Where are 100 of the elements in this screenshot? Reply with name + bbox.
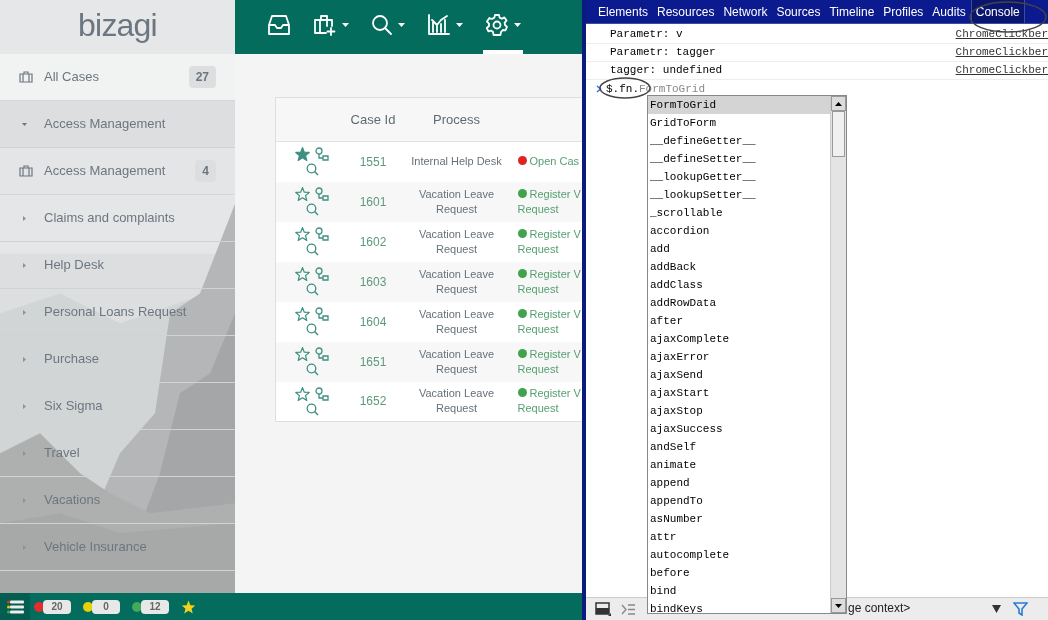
console-message: Parametr: tagger [610,45,717,61]
scrollbar-thumb[interactable] [832,111,845,157]
suggestion-item[interactable]: append [648,474,830,492]
suggestion-item[interactable]: __defineGetter__ [648,132,830,150]
scrollbar[interactable] [830,96,846,613]
table-cell: Vacation Leave Request [405,301,508,342]
suggestion-item[interactable]: ajaxStop [648,402,830,420]
column-header[interactable]: Case Id [340,97,406,142]
devtools-tab[interactable]: Elements [594,0,653,23]
devtools-tab[interactable]: Console [970,0,1025,23]
suggestion-item[interactable]: appendTo [648,492,830,510]
caret-icon [514,23,521,27]
search-icon[interactable] [305,402,319,416]
suggestion-item[interactable]: attr [648,528,830,546]
suggestion-item[interactable]: ajaxStart [648,384,830,402]
prompt-icon [596,85,602,93]
suggestion-item[interactable]: accordion [648,222,830,240]
workflow-icon[interactable] [315,147,329,163]
count-badge: 4 [195,160,216,182]
caret-down-icon [22,121,27,127]
console-drawer-icon[interactable] [621,603,636,615]
source-link[interactable]: ChromeClickber [955,44,1048,61]
star-icon[interactable] [294,267,310,281]
count-badge: 27 [188,66,216,88]
suggestion-item[interactable]: addClass [648,276,830,294]
count-badge[interactable]: 20 [43,599,71,614]
column-header[interactable]: Process [405,97,508,142]
devtools-tab[interactable]: Sources [772,0,825,23]
search-icon[interactable] [305,363,319,376]
cases-icon [19,71,33,83]
caret-right-icon [22,356,27,362]
search-icon[interactable] [305,163,319,177]
star-icon[interactable] [294,227,310,241]
suggestion-item[interactable]: __defineSetter__ [648,150,830,168]
suggestion-item[interactable]: addRowData [648,294,830,312]
suggestion-item[interactable]: __lookupSetter__ [648,186,830,204]
count-badge[interactable]: 0 [92,599,120,614]
search-icon[interactable] [305,203,319,216]
scroll-up-icon [835,101,842,106]
caret-icon [342,23,349,27]
caret-right-icon [22,450,27,456]
source-link[interactable]: ChromeClickber [955,62,1048,79]
devtools-tab[interactable]: Resources [653,0,719,23]
suggestion-item[interactable]: add [648,240,830,258]
star-icon[interactable] [294,347,310,361]
workflow-icon[interactable] [315,187,329,202]
caret-right-icon [22,262,27,268]
table-cell: Internal Help Desk [405,141,508,182]
search-icon[interactable] [305,323,319,336]
suggestion-item[interactable]: addBack [648,258,830,276]
list-icon[interactable] [6,599,24,614]
suggestion-item[interactable]: asNumber [648,510,830,528]
logo: bizagi [78,9,157,45]
suggestion-item[interactable]: after [648,312,830,330]
devtools-tab[interactable]: Network [719,0,772,23]
devtools-tab[interactable]: Audits [928,0,970,23]
suggestion-item[interactable]: FormToGrid [648,96,830,114]
source-link[interactable]: ChromeClickber [955,26,1048,43]
suggestion-item[interactable]: __lookupGetter__ [648,168,830,186]
suggestion-item[interactable]: _scrollable [648,204,830,222]
workflow-icon[interactable] [315,386,329,402]
suggestion-item[interactable]: ajaxError [648,348,830,366]
devtools-tab[interactable]: Profiles [879,0,928,23]
search-icon[interactable] [305,283,319,296]
star-icon[interactable] [294,307,310,321]
cases-icon [19,165,33,177]
suggestion-item[interactable]: bind [648,582,830,600]
workflow-icon[interactable] [315,227,329,242]
inbox-icon [267,14,291,36]
star-icon[interactable] [294,147,310,162]
search-icon [371,14,393,36]
caret-right-icon [22,544,27,550]
sidebar-group[interactable]: Access Management [0,101,235,148]
workflow-icon[interactable] [315,267,329,282]
suggestion-item[interactable]: ajaxSuccess [648,420,830,438]
suggestion-item[interactable]: andSelf [648,438,830,456]
devtools-tab[interactable]: Timeline [825,0,879,23]
workflow-icon[interactable] [315,347,329,362]
dock-icon[interactable] [595,602,611,616]
star-icon[interactable] [181,599,196,614]
suggestion-item[interactable]: ajaxComplete [648,330,830,348]
star-icon[interactable] [294,386,310,401]
suggestion-item[interactable]: ajaxSend [648,366,830,384]
count-badge[interactable]: 12 [141,599,169,614]
dropdown-caret-icon[interactable] [992,605,1001,613]
search-icon[interactable] [305,243,319,256]
suggestion-item[interactable]: animate [648,456,830,474]
star-icon[interactable] [294,187,310,201]
caret-right-icon [22,403,27,409]
caret-right-icon [22,497,27,503]
context-select[interactable]: ge context> [848,599,911,617]
filter-icon[interactable] [1013,602,1028,616]
bar-chart-icon [427,14,451,36]
suggestion-item[interactable]: GridToForm [648,114,830,132]
caret-icon [456,23,463,27]
caret-icon [398,23,405,27]
sidebar-item[interactable]: All Cases 27 [0,54,235,101]
suggestion-item[interactable]: autocomplete [648,546,830,564]
workflow-icon[interactable] [315,307,329,322]
suggestion-item[interactable]: before [648,564,830,582]
